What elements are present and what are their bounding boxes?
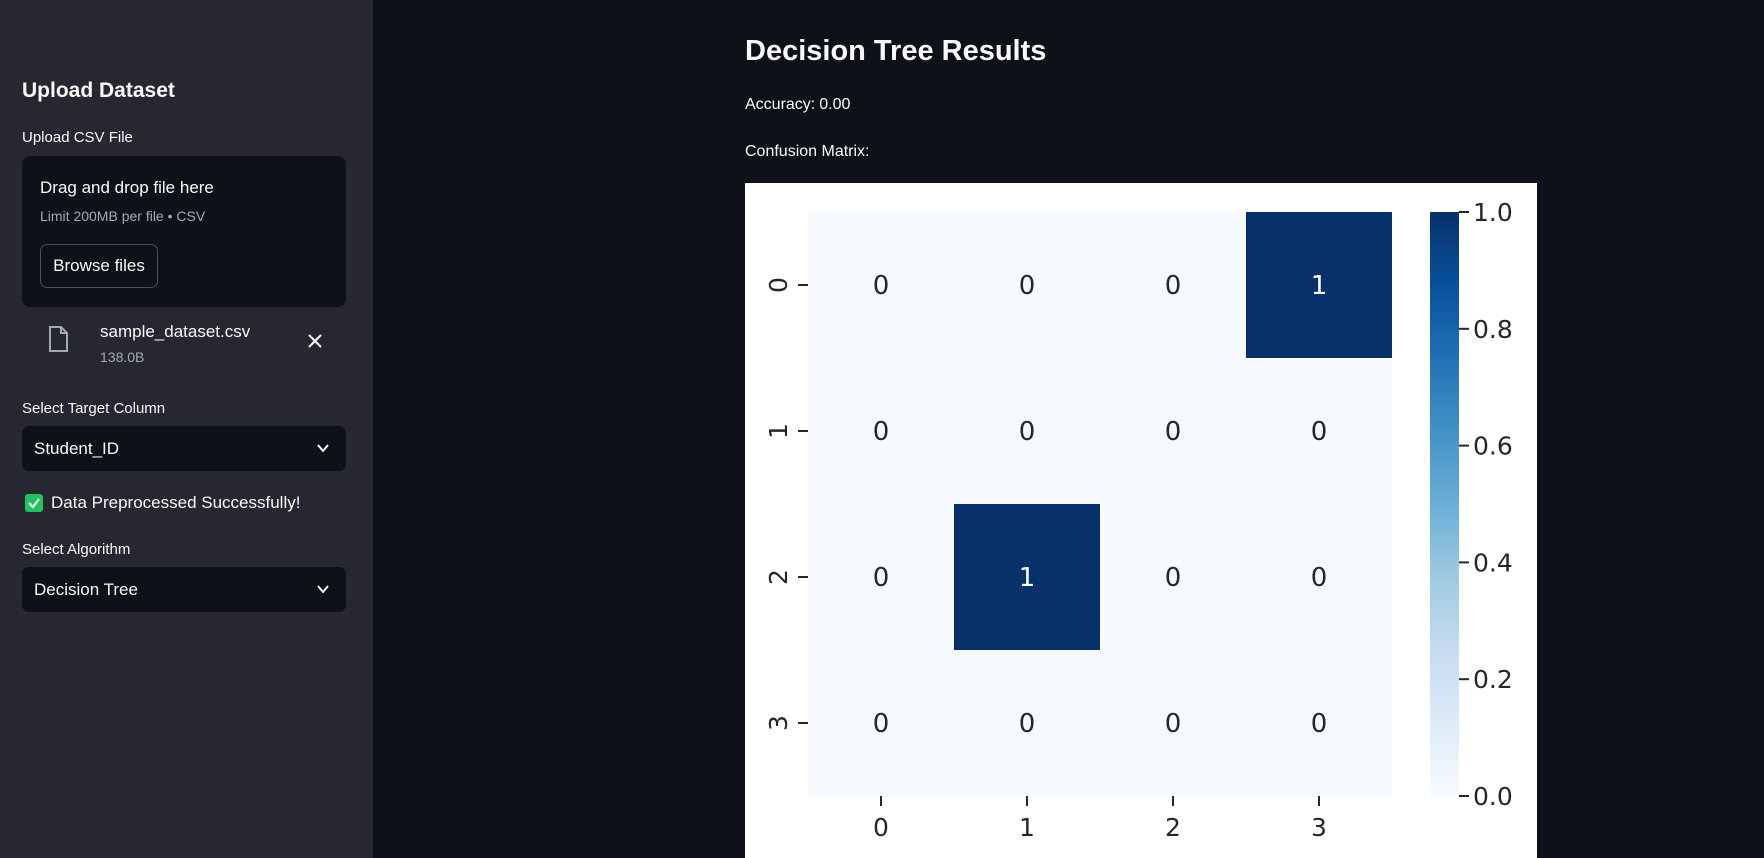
page-title: Decision Tree Results bbox=[745, 35, 1047, 67]
close-icon[interactable] bbox=[306, 332, 324, 350]
x-tick-label: 1 bbox=[1019, 813, 1035, 842]
file-dropzone[interactable]: Drag and drop file here Limit 200MB per … bbox=[22, 156, 346, 307]
sidebar: Upload Dataset Upload CSV File Drag and … bbox=[0, 0, 373, 858]
cell-value-label: 0 bbox=[1165, 271, 1182, 301]
browse-files-button[interactable]: Browse files bbox=[40, 244, 158, 288]
confusion-matrix-chart: 0 0 0 1 0 0 0 0 0 1 0 0 0 0 0 0 0 1 2 3 0 1 2 3 0.0 0.2 0.4 0.6 0.8 1… bbox=[745, 183, 1537, 858]
algorithm-select[interactable]: Decision Tree bbox=[22, 567, 346, 612]
file-icon bbox=[49, 326, 68, 352]
cell-value-label: 1 bbox=[1019, 563, 1036, 593]
algorithm-value: Decision Tree bbox=[34, 580, 138, 599]
cell-value-label: 0 bbox=[1165, 709, 1182, 739]
cell-value-label: 0 bbox=[1311, 709, 1328, 739]
y-tick-label: 3 bbox=[764, 715, 793, 731]
x-tick-label: 2 bbox=[1165, 813, 1181, 842]
cell-value-label: 0 bbox=[1311, 417, 1328, 447]
colorbar-tick-label: 0.0 bbox=[1473, 782, 1513, 811]
colorbar bbox=[1430, 212, 1459, 796]
sidebar-title: Upload Dataset bbox=[22, 79, 175, 102]
success-check-icon bbox=[25, 494, 43, 512]
y-tick-label: 0 bbox=[764, 277, 793, 293]
y-tick-label: 2 bbox=[764, 569, 793, 585]
y-tick-label: 1 bbox=[764, 423, 793, 439]
confusion-matrix-label: Confusion Matrix: bbox=[745, 143, 870, 160]
cell-value-label: 0 bbox=[873, 709, 890, 739]
colorbar-tick-label: 0.4 bbox=[1473, 548, 1513, 577]
upload-label: Upload CSV File bbox=[22, 129, 133, 146]
accuracy-text: Accuracy: 0.00 bbox=[745, 96, 850, 114]
x-tick-label: 3 bbox=[1311, 813, 1327, 842]
algorithm-label: Select Algorithm bbox=[22, 541, 131, 558]
file-size: 138.0B bbox=[100, 349, 145, 365]
cell-value-label: 0 bbox=[873, 417, 890, 447]
target-column-select[interactable]: Student_ID bbox=[22, 426, 346, 471]
cell-value-label: 0 bbox=[1019, 417, 1036, 447]
dropzone-limit: Limit 200MB per file • CSV bbox=[40, 208, 206, 224]
accuracy-value: 0.00 bbox=[819, 96, 851, 113]
cell-value-label: 1 bbox=[1311, 271, 1328, 301]
chevron-down-icon bbox=[317, 444, 329, 453]
target-column-value: Student_ID bbox=[34, 439, 120, 458]
success-message: Data Preprocessed Successfully! bbox=[51, 493, 301, 512]
cell-value-label: 0 bbox=[873, 563, 890, 593]
colorbar-tick-label: 0.6 bbox=[1473, 432, 1513, 461]
target-column-label: Select Target Column bbox=[22, 400, 166, 417]
dropzone-instruction: Drag and drop file here bbox=[40, 178, 214, 197]
chevron-down-icon bbox=[317, 585, 329, 594]
colorbar-tick-label: 0.8 bbox=[1473, 315, 1513, 344]
cell-value-label: 0 bbox=[1165, 417, 1182, 447]
cell-value-label: 0 bbox=[1019, 271, 1036, 301]
uploaded-file: sample_dataset.csv 138.0B bbox=[22, 318, 346, 368]
cell-value-label: 0 bbox=[873, 271, 890, 301]
heatmap-svg: 0 0 0 1 0 0 0 0 0 1 0 0 0 0 0 0 0 1 2 3 0 1 2 3 0.0 0.2 0.4 0.6 0.8 1… bbox=[764, 198, 1513, 842]
accuracy-label: Accuracy: bbox=[745, 96, 816, 113]
colorbar-tick-label: 1.0 bbox=[1473, 198, 1513, 227]
cell-value-label: 0 bbox=[1311, 563, 1328, 593]
cell-value-label: 0 bbox=[1165, 563, 1182, 593]
colorbar-tick-label: 0.2 bbox=[1473, 665, 1513, 694]
cell-value-label: 0 bbox=[1019, 709, 1036, 739]
file-name: sample_dataset.csv bbox=[100, 322, 251, 341]
x-tick-label: 0 bbox=[873, 813, 889, 842]
